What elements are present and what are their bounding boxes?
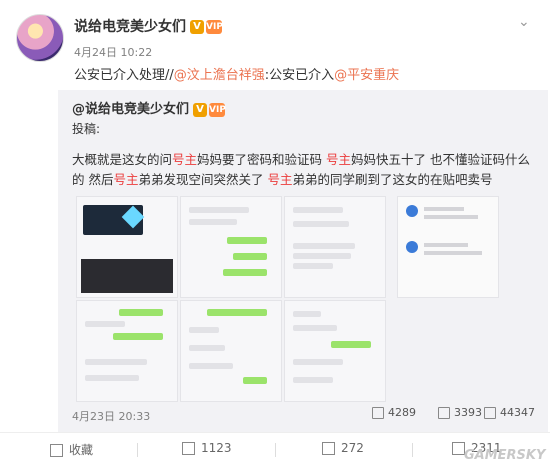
mention-link[interactable]: @汶上澹台祥强 xyxy=(174,68,265,83)
image-thumbnail[interactable] xyxy=(284,300,386,402)
level-badge: VIP xyxy=(206,20,223,34)
profile-avatar xyxy=(406,205,418,217)
chat-bubble xyxy=(233,253,267,260)
post-time[interactable]: 4月24日 10:22 xyxy=(74,44,152,60)
chat-bubble xyxy=(189,219,237,225)
avatar[interactable] xyxy=(16,14,64,62)
chat-bubble xyxy=(293,207,343,213)
highlight-text: 号主 xyxy=(326,152,352,167)
chat-bubble xyxy=(293,359,343,365)
highlight-text: 号主 xyxy=(267,172,293,187)
post-author[interactable]: 说给电竞美少女们 V VIP xyxy=(74,16,223,36)
chat-bubble xyxy=(85,321,125,327)
repost-time[interactable]: 4月23日 20:33 xyxy=(72,408,150,424)
chevron-down-icon[interactable]: ⌄ xyxy=(518,14,530,30)
verified-badge: V xyxy=(193,102,208,117)
chat-bubble xyxy=(227,237,267,244)
repost-body: 大概就是这女的问号主妈妈要了密码和验证码 号主妈妈快五十了 也不懂验证码什么的 … xyxy=(72,150,542,190)
profile-line xyxy=(424,251,482,255)
image-thumbnail[interactable] xyxy=(180,300,282,402)
watermark: GAMERSKY xyxy=(464,448,546,463)
share-icon xyxy=(372,407,384,419)
chat-bubble xyxy=(189,327,219,333)
reposted-content: @说给电竞美少女们 V VIP 投稿: 大概就是这女的问号主妈妈要了密码和验证码 号… xyxy=(58,90,548,432)
weibo-post: 说给电竞美少女们 V VIP 4月24日 10:22 ⌄ 公安已介入处理//@汶上澹… xyxy=(0,0,550,467)
keyboard-photo xyxy=(81,259,173,293)
image-thumbnail[interactable] xyxy=(76,300,178,402)
profile-line xyxy=(424,243,468,247)
chat-bubble xyxy=(293,253,351,259)
image-thumbnail[interactable] xyxy=(397,196,499,298)
submission-label: 投稿: xyxy=(72,122,101,136)
repost-button[interactable]: 1123 xyxy=(182,441,232,455)
body-text: 妈妈要了密码和验证码 xyxy=(197,152,327,167)
image-thumbnail[interactable] xyxy=(284,196,386,298)
chat-bubble xyxy=(293,325,337,331)
chat-bubble xyxy=(119,309,163,316)
chat-bubble xyxy=(85,359,147,365)
repost-share-stat[interactable]: 4289 xyxy=(372,406,416,419)
divider xyxy=(412,443,413,457)
body-text: 大概就是这女的问 xyxy=(72,152,173,167)
chat-bubble xyxy=(113,333,163,340)
chat-bubble xyxy=(189,207,249,213)
level-badge: VIP xyxy=(209,102,226,117)
chat-bubble xyxy=(85,375,139,381)
star-icon xyxy=(50,444,63,457)
chat-bubble xyxy=(223,269,267,276)
chat-bubble xyxy=(293,263,333,269)
share-icon xyxy=(182,442,195,455)
verified-badge: V xyxy=(190,20,204,34)
chat-bubble xyxy=(207,309,267,316)
comment-button[interactable]: 272 xyxy=(322,441,364,455)
chat-bubble xyxy=(293,377,333,383)
image-grid xyxy=(76,196,392,402)
image-thumbnail[interactable] xyxy=(76,196,178,298)
chat-bubble xyxy=(189,345,225,351)
post-text: 公安已介入处理//@汶上澹台祥强:公安已介入@平安重庆 xyxy=(74,68,400,83)
body-text: 弟弟的同学刷到了这女的在贴吧卖号 xyxy=(292,172,493,187)
author-name[interactable]: 说给电竞美少女们 xyxy=(74,19,186,35)
repost-comment-stat[interactable]: 3393 xyxy=(438,406,482,419)
divider xyxy=(137,443,138,457)
repost-like-stat[interactable]: 44347 xyxy=(484,406,535,419)
highlight-text: 号主 xyxy=(172,152,198,167)
comment-icon xyxy=(438,407,450,419)
profile-avatar xyxy=(406,241,418,253)
chat-bubble xyxy=(293,243,355,249)
image-thumbnail[interactable] xyxy=(180,196,282,298)
chat-bubble xyxy=(331,341,371,348)
mention-link[interactable]: @平安重庆 xyxy=(334,68,399,83)
like-icon xyxy=(484,407,496,419)
body-text: 弟弟发现空间突然关了 xyxy=(138,172,268,187)
highlight-text: 号主 xyxy=(113,172,139,187)
chat-bubble xyxy=(243,377,267,384)
chat-bubble xyxy=(189,363,233,369)
profile-line xyxy=(424,215,478,219)
favorite-button[interactable]: 收藏 xyxy=(50,441,93,458)
repost-author[interactable]: @说给电竞美少女们 V VIP xyxy=(72,98,226,117)
divider xyxy=(275,443,276,457)
comment-icon xyxy=(322,442,335,455)
chat-bubble xyxy=(293,311,321,317)
profile-line xyxy=(424,207,464,211)
chat-bubble xyxy=(293,221,349,227)
